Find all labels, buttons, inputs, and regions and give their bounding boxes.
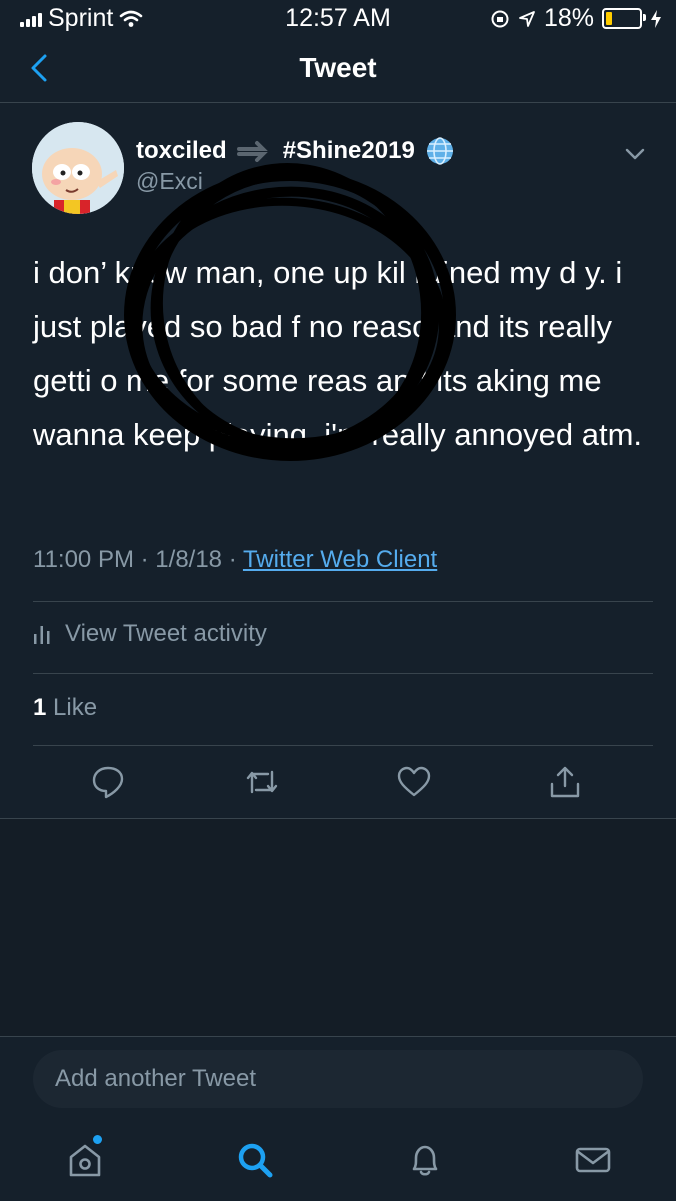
like-label: Like: [53, 694, 98, 721]
reply-icon[interactable]: [90, 764, 126, 800]
tweet-meta: 11:00 PM · 1/8/18 · Twitter Web Client: [33, 546, 437, 574]
status-bar: Sprint 12:57 AM 18%: [0, 0, 676, 34]
reply-input[interactable]: [33, 1050, 643, 1108]
avatar[interactable]: [32, 122, 124, 214]
likes-count[interactable]: 1 Like: [33, 694, 97, 722]
search-icon[interactable]: [234, 1139, 276, 1181]
location-icon: [519, 10, 535, 27]
meta-separator: ·: [140, 546, 149, 573]
battery-icon: [602, 8, 646, 29]
rotation-lock-icon: [491, 10, 509, 27]
name-suffix: #Shine2019: [282, 137, 415, 164]
nav-header: Tweet: [0, 34, 676, 103]
tweet-time: 11:00 PM: [33, 546, 134, 573]
like-icon[interactable]: [396, 764, 432, 800]
globe-icon: [426, 137, 453, 165]
display-name: toxciled: [136, 137, 227, 164]
charging-icon: [651, 9, 661, 28]
meta-separator: ·: [228, 546, 237, 573]
status-right: 18%: [490, 4, 662, 33]
messages-icon[interactable]: [572, 1139, 614, 1181]
divider: [33, 745, 653, 746]
home-icon[interactable]: [64, 1139, 106, 1181]
tweet-text: i don’ know man, one up kil ruined my d …: [33, 255, 643, 452]
like-count: 1: [33, 694, 47, 721]
notifications-icon[interactable]: [404, 1139, 446, 1181]
share-icon[interactable]: [547, 764, 583, 800]
view-activity-button[interactable]: View Tweet activity: [33, 620, 267, 648]
notification-dot: [93, 1135, 102, 1144]
divider: [33, 673, 653, 674]
battery-percent: 18%: [543, 4, 594, 32]
page-title: Tweet: [299, 52, 377, 83]
chevron-down-icon[interactable]: [622, 142, 648, 166]
client-link[interactable]: Twitter Web Client: [243, 546, 437, 573]
retweet-icon[interactable]: [244, 764, 280, 800]
activity-label: View Tweet activity: [65, 620, 267, 647]
tab-bar: [0, 1125, 676, 1200]
author-name[interactable]: toxciled #Shine2019: [136, 136, 455, 166]
tweet-date: 1/8/18: [155, 546, 223, 573]
divider: [33, 601, 653, 602]
empty-area: [0, 819, 676, 1037]
bar-chart-icon: [34, 626, 50, 644]
arrow-icon: [236, 141, 268, 162]
author-handle[interactable]: @Exci: [136, 168, 203, 195]
tweet-actions: [0, 760, 676, 806]
